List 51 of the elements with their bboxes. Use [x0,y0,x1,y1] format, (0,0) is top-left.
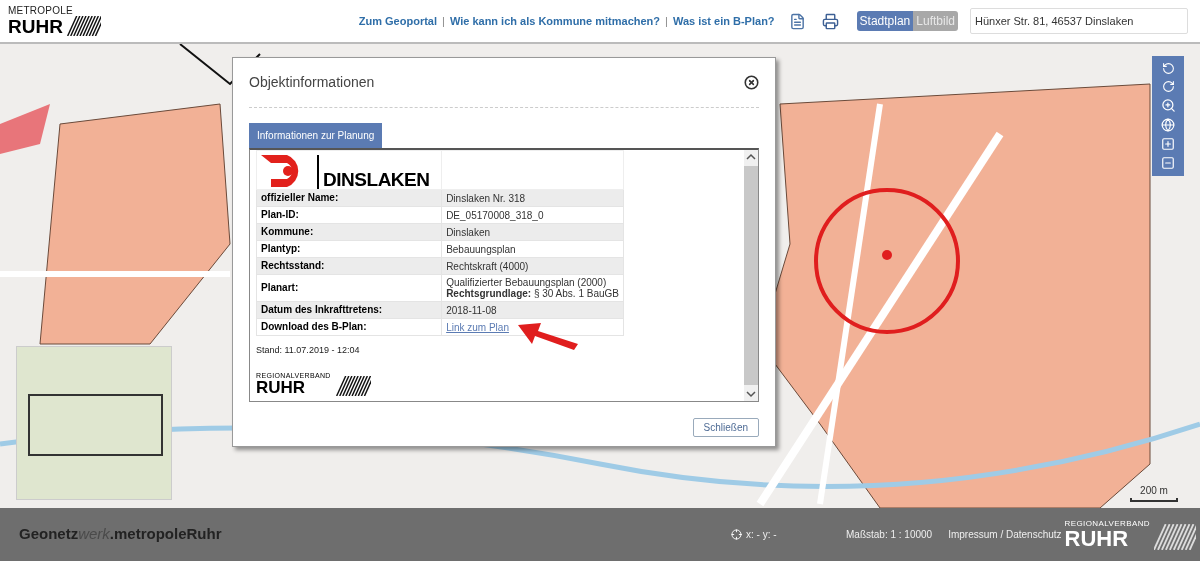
field-value: Dinslaken Nr. 318 [441,189,624,207]
logo-caption: REGIONALVERBAND [1064,519,1150,528]
field-label: Plantyp: [256,240,442,258]
field-label: Kommune: [256,223,442,241]
zoom-in-icon[interactable] [1160,98,1176,113]
logo-wordmark: RUHR [1064,527,1129,550]
logo-caption: METROPOLE [8,6,75,16]
logo-wordmark: RUHR [256,378,306,396]
link-separator: | [665,13,668,29]
logo-stripes-icon [1154,523,1196,550]
rotate-left-icon[interactable] [1161,62,1175,75]
address-search-field[interactable]: Hünxer Str. 81, 46537 Dinslaken [970,8,1188,34]
header-link[interactable]: Zum Geoportal [358,12,437,30]
close-button[interactable]: Schließen [692,418,759,437]
info-tab[interactable]: Informationen zur Planung [249,123,383,148]
print-icon[interactable] [821,12,839,30]
field-label: Rechtsstand: [256,257,442,275]
city-logo-wordmark: DINSLAKEN [323,170,430,189]
header-link[interactable]: Wie kann ich als Kommune mitmachen? [449,12,661,30]
crosshair-icon [731,529,742,540]
header-link[interactable]: Was ist ein B-Plan? [672,12,775,30]
scale-bar [1130,498,1178,502]
document-info-icon[interactable] [788,12,806,30]
field-value: Dinslaken [441,223,624,241]
logo-stripes-icon [66,16,101,36]
plan-link[interactable]: Link zum Plan [446,321,509,333]
map-scale-readout: Maßstab: 1 : 10000 [846,528,933,542]
logo-stripes-icon [334,375,371,396]
rotate-right-icon[interactable] [1161,80,1175,93]
globe-icon[interactable] [1161,118,1175,132]
status-date: Stand: 11.07.2019 - 12:04 [256,344,361,357]
field-value: Qualifizierter Bebauungsplan (2000) Rechtsgrundlage: § 30 Abs. 1 BauGB [441,274,624,302]
plus-square-icon[interactable] [1161,137,1175,151]
scale-bar-label: 200 m [1140,484,1168,498]
field-value: 2018-11-08 [441,301,624,319]
link-separator: | [442,13,445,29]
field-value: Rechtskraft (4000) [441,257,624,275]
close-icon[interactable] [744,75,759,90]
field-label: Download des B-Plan: [256,318,442,336]
logo-wordmark: RUHR [8,16,63,36]
dialog-title: Objektinformationen [249,73,375,92]
map-type-tab[interactable]: Stadtplan [856,11,914,31]
field-label: Plan-ID: [256,206,442,224]
field-value: DE_05170008_318_0 [441,206,624,224]
field-label: offizieller Name: [256,189,442,207]
imprint-link[interactable]: Impressum / Datenschutz [948,527,1062,542]
minus-square-icon[interactable] [1161,156,1175,170]
coordinates-readout: x: - y: - [746,528,778,542]
field-label: Planart: [256,274,442,302]
field-label: Datum des Inkrafttretens: [256,301,442,319]
field-value: Bebauungsplan [441,240,624,258]
